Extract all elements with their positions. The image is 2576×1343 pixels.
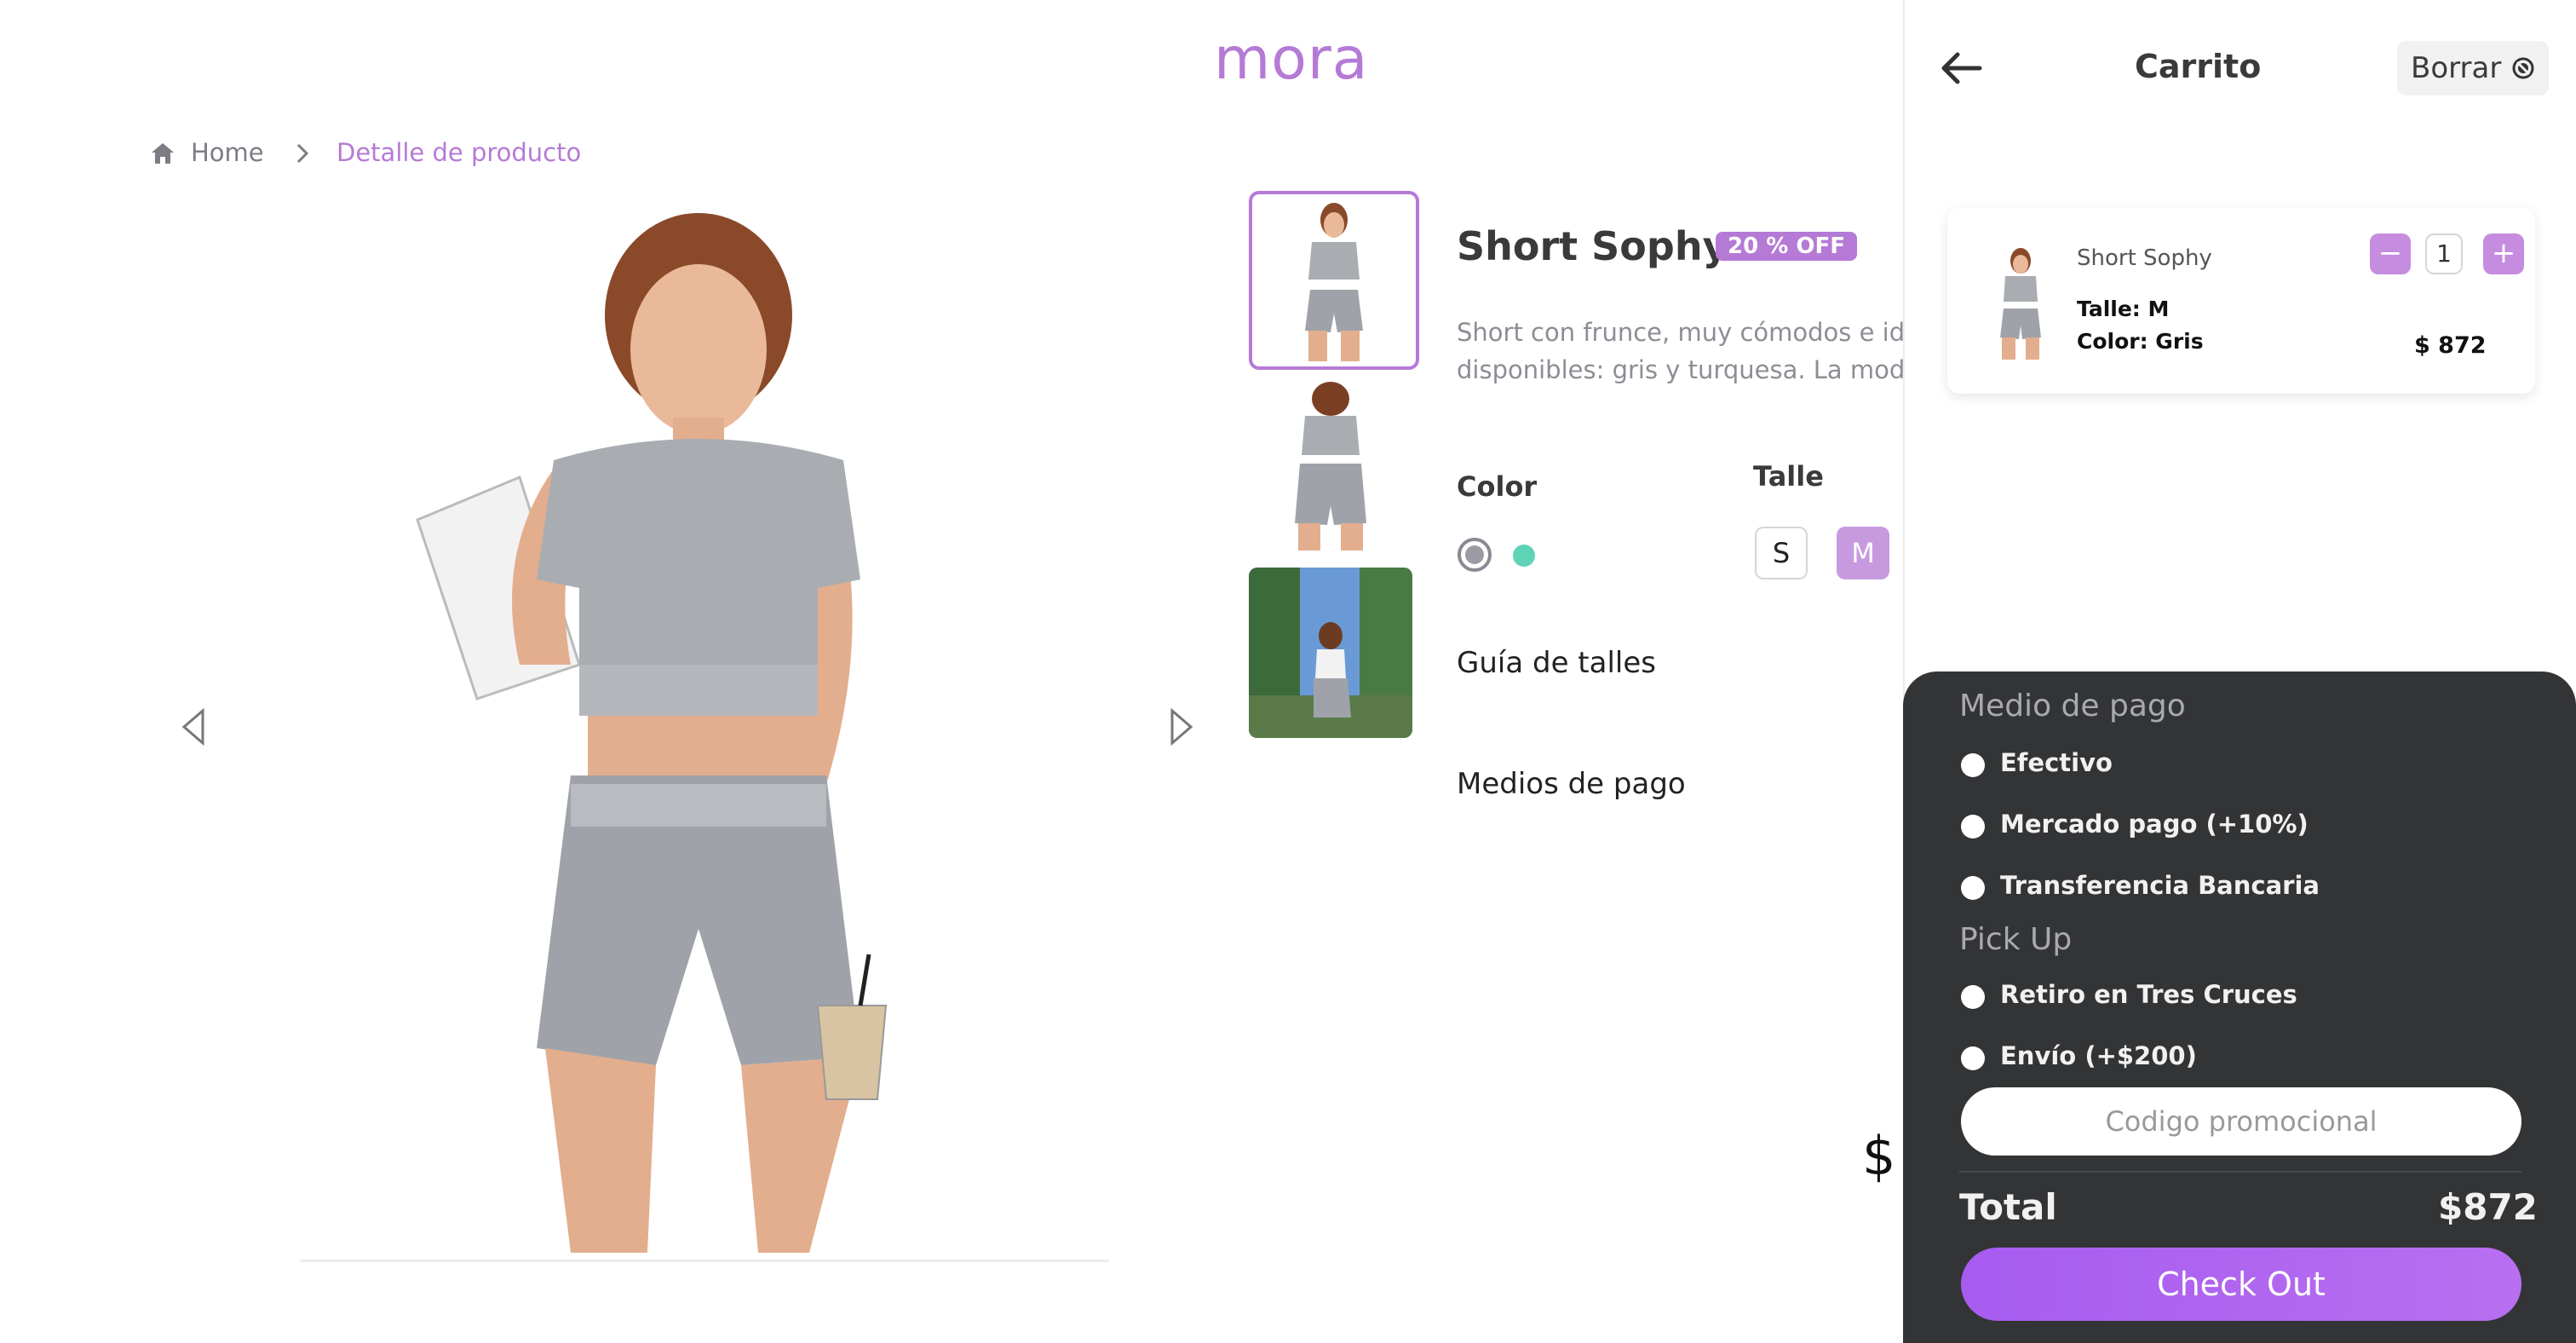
radio-transferencia[interactable] bbox=[1961, 876, 1985, 900]
radio-mercado-pago[interactable] bbox=[1961, 815, 1985, 839]
size-guide-link[interactable]: Guía de talles bbox=[1457, 646, 1656, 680]
cart-title: Carrito bbox=[2135, 48, 2262, 85]
carousel-prev-icon[interactable] bbox=[179, 707, 210, 746]
radio-efectivo[interactable] bbox=[1961, 753, 1985, 777]
quantity-decrease-button[interactable]: − bbox=[2370, 233, 2411, 274]
thumbnail-1[interactable] bbox=[1249, 191, 1419, 370]
total-value: $872 bbox=[2438, 1186, 2538, 1228]
color-swatch-turquesa[interactable] bbox=[1513, 545, 1535, 567]
breadcrumb-home[interactable]: Home bbox=[191, 138, 264, 167]
thumbnail-3[interactable] bbox=[1249, 568, 1412, 738]
description-line-1: Short con frunce, muy cómodos e ide bbox=[1457, 318, 1908, 347]
option-transferencia-label[interactable]: Transferencia Bancaria bbox=[2000, 871, 2320, 900]
product-main-image bbox=[416, 213, 888, 1253]
thumbnail-2[interactable] bbox=[1249, 378, 1412, 550]
breadcrumb-current[interactable]: Detalle de producto bbox=[336, 138, 581, 167]
cart-item-size: Talle: M bbox=[2077, 297, 2170, 321]
product-description: Short con frunce, muy cómodos e ide disp… bbox=[1457, 314, 1908, 399]
cart-item-name: Short Sophy bbox=[2077, 245, 2212, 271]
checkout-button[interactable]: Check Out bbox=[1961, 1248, 2521, 1321]
home-icon[interactable] bbox=[150, 141, 175, 165]
option-retiro-label[interactable]: Retiro en Tres Cruces bbox=[2000, 980, 2297, 1009]
cart-item-price: $ 872 bbox=[2414, 332, 2487, 359]
payment-method-title: Medio de pago bbox=[1959, 689, 2186, 723]
chevron-right-icon bbox=[296, 143, 309, 164]
discount-badge: 20 % OFF bbox=[1716, 232, 1857, 261]
clear-cart-label: Borrar bbox=[2411, 51, 2502, 85]
radio-retiro[interactable] bbox=[1961, 985, 1985, 1009]
quantity-value[interactable]: 1 bbox=[2425, 233, 2463, 274]
size-option-m[interactable]: M bbox=[1837, 527, 1889, 579]
size-option-s[interactable]: S bbox=[1755, 527, 1808, 579]
clear-icon bbox=[2512, 57, 2534, 79]
option-efectivo-label[interactable]: Efectivo bbox=[2000, 748, 2113, 777]
option-envio-label[interactable]: Envío (+$200) bbox=[2000, 1041, 2197, 1070]
product-title: Short Sophy bbox=[1457, 223, 1728, 269]
promo-code-input[interactable]: Codigo promocional bbox=[1961, 1087, 2521, 1156]
total-label: Total bbox=[1959, 1186, 2057, 1228]
description-line-2: disponibles: gris y turquesa. La mode bbox=[1457, 355, 1908, 384]
quantity-increase-button[interactable]: + bbox=[2483, 233, 2524, 274]
option-mercado-pago-label[interactable]: Mercado pago (+10%) bbox=[2000, 810, 2309, 839]
size-label: Talle bbox=[1753, 460, 1824, 493]
pickup-title: Pick Up bbox=[1959, 922, 2073, 957]
color-label: Color bbox=[1457, 470, 1538, 503]
price-symbol: $ bbox=[1862, 1125, 1896, 1187]
payment-methods-link[interactable]: Medios de pago bbox=[1457, 767, 1686, 801]
arrow-left-icon[interactable] bbox=[1939, 49, 1983, 87]
radio-envio[interactable] bbox=[1961, 1046, 1985, 1070]
carousel-next-icon[interactable] bbox=[1165, 707, 1196, 746]
brand-logo[interactable]: mora bbox=[1214, 26, 1368, 93]
cart-item-color: Color: Gris bbox=[2077, 329, 2204, 354]
cart-item-thumbnail bbox=[2000, 248, 2041, 360]
image-baseline bbox=[300, 1259, 1109, 1262]
color-swatch-gris[interactable] bbox=[1458, 538, 1492, 572]
clear-cart-button[interactable]: Borrar bbox=[2397, 41, 2549, 95]
total-divider bbox=[1959, 1171, 2521, 1173]
